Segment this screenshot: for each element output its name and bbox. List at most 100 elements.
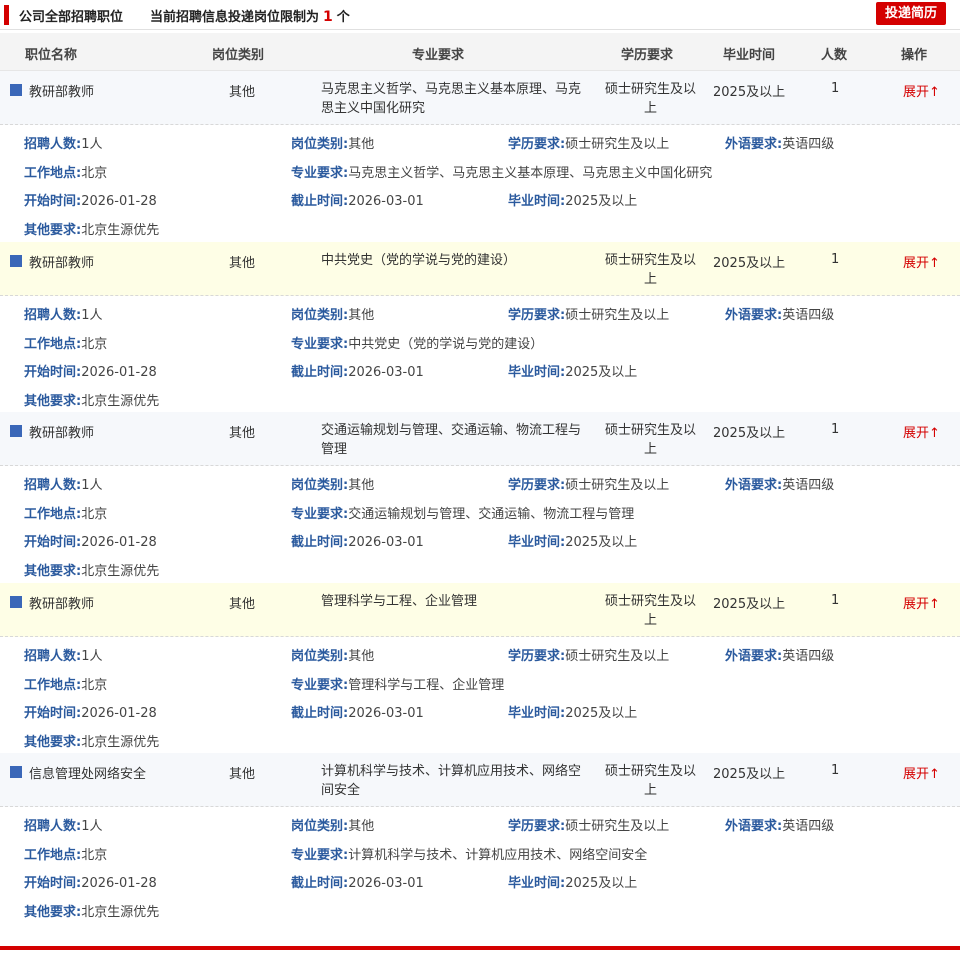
detail-label: 开始时间: <box>24 364 82 380</box>
detail-start-time: 开始时间:2026-01-28 <box>24 190 157 209</box>
detail-recruit-count: 招聘人数:1人 <box>24 815 102 834</box>
submit-resume-button[interactable]: 投递简历 <box>876 2 946 25</box>
detail-education: 学历要求:硕士研究生及以上 <box>508 474 669 493</box>
detail-value: 硕士研究生及以上 <box>565 137 670 152</box>
position-name: 教研部教师 <box>29 255 95 271</box>
limit-notice-prefix: 当前招聘信息投递岗位限制为 <box>150 10 320 25</box>
detail-end-time: 截止时间:2026-03-01 <box>291 872 424 891</box>
table-row[interactable]: 教研部教师 其他 交通运输规划与管理、交通运输、物流工程与管理 硕士研究生及以上… <box>0 412 960 466</box>
detail-value: 2026-01-28 <box>81 876 157 891</box>
square-icon <box>10 425 22 437</box>
table-row[interactable]: 信息管理处网络安全 其他 计算机科学与技术、计算机应用技术、网络空间安全 硕士研… <box>0 753 960 807</box>
detail-language: 外语要求:英语四级 <box>725 133 834 152</box>
limit-notice: 当前招聘信息投递岗位限制为 1 个 <box>150 6 350 25</box>
detail-label: 专业要求: <box>291 166 349 181</box>
column-header-count: 人数 <box>821 48 848 63</box>
position-education: 硕士研究生及以上 <box>604 252 696 287</box>
detail-location: 工作地点:北京 <box>24 844 107 863</box>
detail-value: 交通运输规划与管理、交通运输、物流工程与管理 <box>348 507 635 522</box>
position-graduation: 2025及以上 <box>713 596 786 612</box>
detail-value: 英语四级 <box>782 648 835 664</box>
detail-value: 北京生源优先 <box>81 905 160 920</box>
expand-toggle[interactable]: 展开↑ <box>903 422 940 441</box>
detail-value: 英语四级 <box>782 819 835 834</box>
detail-graduation: 毕业时间:2025及以上 <box>508 361 637 380</box>
position-category: 其他 <box>229 255 256 271</box>
detail-value: 北京 <box>81 336 108 352</box>
detail-label: 岗位类别: <box>291 478 349 493</box>
detail-value: 1人 <box>81 819 103 834</box>
detail-value: 2026-01-28 <box>81 364 157 380</box>
detail-major: 专业要求:交通运输规划与管理、交通运输、物流工程与管理 <box>291 503 634 522</box>
detail-label: 开始时间: <box>24 876 82 891</box>
column-header-action: 操作 <box>901 48 928 63</box>
detail-value: 北京生源优先 <box>81 223 160 238</box>
detail-recruit-count: 招聘人数:1人 <box>24 645 102 664</box>
position-graduation: 2025及以上 <box>713 767 786 782</box>
detail-value: 中共党史（党的学说与党的建设） <box>348 336 544 352</box>
position-education: 硕士研究生及以上 <box>604 593 696 628</box>
detail-graduation: 毕业时间:2025及以上 <box>508 702 637 721</box>
detail-label: 截止时间: <box>291 876 349 891</box>
column-header-education: 学历要求 <box>621 48 674 63</box>
expand-toggle[interactable]: 展开↑ <box>903 81 940 100</box>
position-name: 教研部教师 <box>29 596 95 612</box>
position-major: 交通运输规划与管理、交通运输、物流工程与管理 <box>321 423 582 457</box>
expand-toggle[interactable]: 展开↑ <box>903 252 940 271</box>
expand-toggle[interactable]: 展开↑ <box>903 593 940 612</box>
detail-label: 专业要求: <box>291 677 349 693</box>
detail-value: 1人 <box>81 648 103 664</box>
position-major: 马克思主义哲学、马克思主义基本原理、马克思主义中国化研究 <box>321 82 582 116</box>
detail-value: 英语四级 <box>782 307 835 323</box>
detail-value: 2025及以上 <box>565 364 638 380</box>
position-category: 其他 <box>229 85 256 100</box>
detail-label: 岗位类别: <box>291 137 349 152</box>
detail-location: 工作地点:北京 <box>24 162 107 181</box>
detail-value: 北京生源优先 <box>81 734 160 750</box>
job-detail: 招聘人数:1人 岗位类别:其他 学历要求:硕士研究生及以上 外语要求:英语四级 … <box>0 296 960 413</box>
detail-category: 岗位类别:其他 <box>291 645 374 664</box>
detail-value: 2026-01-28 <box>81 535 157 550</box>
detail-value: 英语四级 <box>782 137 835 152</box>
table-row[interactable]: 教研部教师 其他 管理科学与工程、企业管理 硕士研究生及以上 2025及以上 1… <box>0 582 960 637</box>
detail-other: 其他要求:北京生源优先 <box>24 219 159 238</box>
detail-start-time: 开始时间:2026-01-28 <box>24 702 157 721</box>
detail-label: 专业要求: <box>291 336 349 352</box>
detail-location: 工作地点:北京 <box>24 333 107 352</box>
square-icon <box>10 84 22 96</box>
detail-label: 其他要求: <box>24 393 82 409</box>
detail-other: 其他要求:北京生源优先 <box>24 560 159 579</box>
detail-value: 2026-03-01 <box>348 535 424 550</box>
detail-label: 招聘人数: <box>24 307 82 323</box>
position-graduation: 2025及以上 <box>713 426 786 441</box>
job-group: 教研部教师 其他 交通运输规划与管理、交通运输、物流工程与管理 硕士研究生及以上… <box>0 412 960 583</box>
page-title: 公司全部招聘职位 <box>19 10 124 25</box>
detail-value: 2026-03-01 <box>348 705 424 721</box>
detail-recruit-count: 招聘人数:1人 <box>24 304 102 323</box>
detail-start-time: 开始时间:2026-01-28 <box>24 872 157 891</box>
table-row[interactable]: 教研部教师 其他 中共党史（党的学说与党的建设） 硕士研究生及以上 2025及以… <box>0 241 960 296</box>
detail-label: 外语要求: <box>725 307 783 323</box>
position-name: 信息管理处网络安全 <box>29 767 147 782</box>
detail-value: 其他 <box>348 648 375 664</box>
detail-label: 毕业时间: <box>508 194 566 209</box>
detail-education: 学历要求:硕士研究生及以上 <box>508 645 669 664</box>
detail-value: 1人 <box>81 307 103 323</box>
detail-value: 北京生源优先 <box>81 564 160 579</box>
detail-label: 工作地点: <box>24 336 82 352</box>
square-icon <box>10 254 22 267</box>
detail-label: 外语要求: <box>725 137 783 152</box>
detail-label: 岗位类别: <box>291 307 349 323</box>
detail-label: 学历要求: <box>508 137 566 152</box>
detail-label: 工作地点: <box>24 848 82 863</box>
position-category: 其他 <box>229 596 256 612</box>
table-row[interactable]: 教研部教师 其他 马克思主义哲学、马克思主义基本原理、马克思主义中国化研究 硕士… <box>0 71 960 125</box>
detail-end-time: 截止时间:2026-03-01 <box>291 361 424 380</box>
detail-value: 硕士研究生及以上 <box>565 307 670 323</box>
expand-toggle[interactable]: 展开↑ <box>903 763 940 782</box>
detail-label: 招聘人数: <box>24 648 82 664</box>
detail-label: 外语要求: <box>725 478 783 493</box>
detail-language: 外语要求:英语四级 <box>725 815 834 834</box>
position-count: 1 <box>831 763 840 778</box>
detail-category: 岗位类别:其他 <box>291 304 374 323</box>
